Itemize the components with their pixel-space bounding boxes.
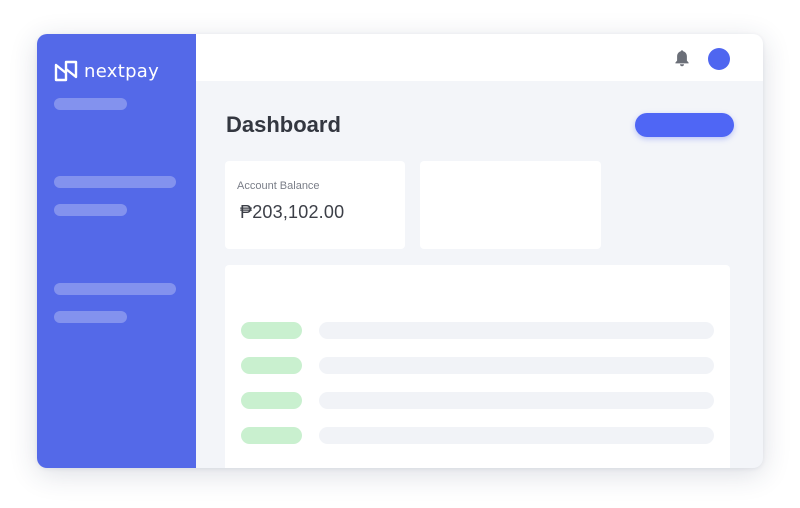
page-title: Dashboard — [226, 112, 341, 137]
sidebar-item-placeholder[interactable] — [54, 98, 127, 110]
status-badge — [241, 392, 302, 409]
sidebar-item-placeholder[interactable] — [54, 311, 127, 323]
app-window: nextpay Dashboard Account Balance ₱203,1… — [37, 34, 763, 468]
sidebar-item-placeholder[interactable] — [54, 204, 127, 216]
sidebar-item-placeholder[interactable] — [54, 283, 176, 295]
table-row[interactable] — [319, 322, 714, 339]
bell-icon[interactable] — [674, 49, 690, 67]
avatar[interactable] — [708, 48, 730, 70]
table-row[interactable] — [319, 392, 714, 409]
table-row[interactable] — [319, 357, 714, 374]
primary-action-button[interactable] — [635, 113, 734, 137]
status-badge — [241, 427, 302, 444]
status-badge — [241, 357, 302, 374]
main-content: Dashboard Account Balance ₱203,102.00 — [196, 34, 763, 468]
balance-label: Account Balance — [237, 180, 320, 192]
brand-name: nextpay — [84, 60, 160, 82]
table-row[interactable] — [319, 427, 714, 444]
top-bar — [196, 34, 763, 81]
sidebar-item-placeholder[interactable] — [54, 176, 176, 188]
transactions-table — [225, 265, 730, 468]
nextpay-logo-icon — [54, 60, 78, 82]
account-balance-card: Account Balance ₱203,102.00 — [225, 161, 405, 249]
brand-logo[interactable]: nextpay — [54, 60, 159, 82]
sidebar: nextpay — [37, 34, 196, 468]
status-badge — [241, 322, 302, 339]
balance-value: ₱203,102.00 — [240, 202, 345, 222]
summary-card — [420, 161, 601, 249]
